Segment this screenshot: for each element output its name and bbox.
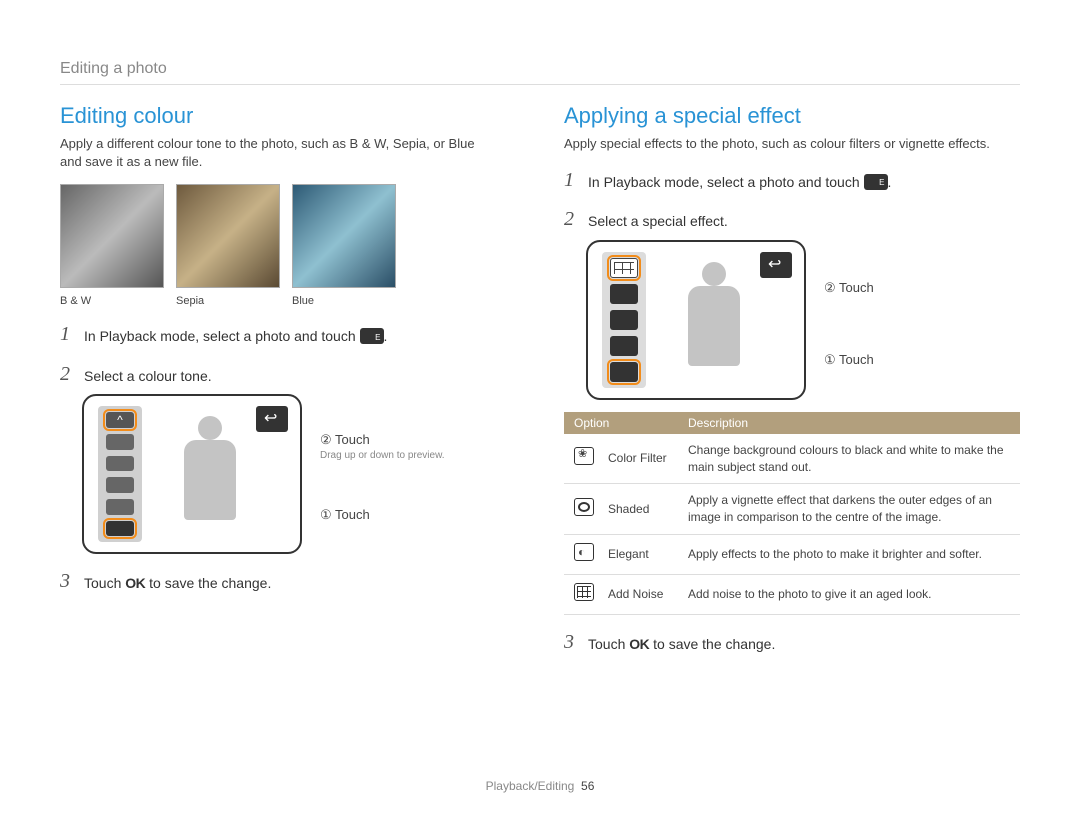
option-desc: Change background colours to black and w… [678,434,1020,484]
heading-special-effect: Applying a special effect [564,103,1020,129]
step-number: 1 [60,323,76,346]
footer-section: Playback/Editing [486,779,575,793]
table-header-option: Option [564,412,678,434]
option-name: Shaded [598,484,678,535]
step-text-after: to save the change. [145,575,271,591]
shaded-icon [574,498,594,516]
option-r-icon [106,434,134,450]
step-text: Select a special effect. [588,208,728,232]
step-number: 2 [564,208,580,231]
preview-image [668,260,754,386]
left-step-2: 2 Select a colour tone. [60,363,516,387]
section-editing-colour: Editing colour Apply a different colour … [60,103,516,654]
back-icon [256,406,288,432]
callouts: ② Touch Drag up or down to preview. ① To… [320,394,445,523]
label-bw: B & W [60,295,164,307]
preview-image [164,414,250,540]
elegant-icon [574,543,594,561]
intro-editing-colour: Apply a different colour tone to the pho… [60,135,490,170]
intro-special-effect: Apply special effects to the photo, such… [564,135,994,153]
step-number: 3 [564,631,580,654]
color-filter-icon [574,447,594,465]
callout-touch-1: ① Touch [320,507,445,523]
device-screen: ^ [82,394,302,554]
add-noise-icon [574,583,594,601]
callout-touch-1: ① Touch [824,352,874,368]
callouts: ② Touch ① Touch [824,240,874,368]
option-addnoise-icon [610,258,638,278]
right-step-3: 3 Touch OK to save the change. [564,631,1020,655]
callout-touch-2: ② Touch [320,432,445,448]
colour-samples [60,184,516,288]
step-text-after: . [888,174,892,190]
option-desc: Apply effects to the photo to make it br… [678,534,1020,574]
step-text: In Playback mode, select a photo and tou… [84,328,360,344]
option-bar [602,252,646,388]
table-row: Elegant Apply effects to the photo to ma… [564,534,1020,574]
step-text-after: to save the change. [649,636,775,652]
table-header-description: Description [678,412,1020,434]
step-number: 3 [60,570,76,593]
option-b-icon [106,456,134,472]
table-row: Add Noise Add noise to the photo to give… [564,574,1020,614]
back-icon [760,252,792,278]
ok-label: OK [629,636,649,652]
step-text-before: Touch [84,575,125,591]
option-colorfilter-icon [610,336,638,356]
sample-bw-image [60,184,164,288]
right-step-1: 1 In Playback mode, select a photo and t… [564,169,1020,193]
option-desc: Apply a vignette effect that darkens the… [678,484,1020,535]
option-name: Elegant [598,534,678,574]
label-blue: Blue [292,295,396,307]
effects-table: Option Description Color Filter Change b… [564,412,1020,615]
sample-blue-image [292,184,396,288]
option-more-icon [610,362,638,382]
step-number: 1 [564,169,580,192]
edit-menu-icon [360,328,384,344]
table-row: Shaded Apply a vignette effect that dark… [564,484,1020,535]
callout-touch-2: ② Touch [824,280,874,296]
option-name: Add Noise [598,574,678,614]
footer-page-number: 56 [581,779,594,793]
option-elegant-icon [610,284,638,304]
edit-menu-icon [864,174,888,190]
page-footer: Playback/Editing 56 [0,779,1080,793]
colour-screen-illustration: ^ ② Touch Drag up or down [82,394,516,554]
option-palette-icon [106,521,134,537]
table-row: Color Filter Change background colours t… [564,434,1020,484]
step-text-before: Touch [588,636,629,652]
option-s-icon [106,477,134,493]
callout-note: Drag up or down to preview. [320,450,445,461]
left-step-3: 3 Touch OK to save the change. [60,570,516,594]
option-shaded-icon [610,310,638,330]
effect-screen-illustration: ② Touch ① Touch [586,240,1020,400]
chevron-up-icon: ^ [106,412,134,428]
option-bar: ^ [98,406,142,542]
breadcrumb: Editing a photo [60,60,1020,85]
step-number: 2 [60,363,76,386]
label-sepia: Sepia [176,295,280,307]
section-special-effect: Applying a special effect Apply special … [564,103,1020,654]
heading-editing-colour: Editing colour [60,103,516,129]
ok-label: OK [125,575,145,591]
device-screen [586,240,806,400]
right-step-2: 2 Select a special effect. [564,208,1020,232]
step-text: In Playback mode, select a photo and tou… [588,174,864,190]
left-step-1: 1 In Playback mode, select a photo and t… [60,323,516,347]
option-desc: Add noise to the photo to give it an age… [678,574,1020,614]
option-grid-icon [106,499,134,515]
step-text-after: . [384,328,388,344]
option-name: Color Filter [598,434,678,484]
sample-sepia-image [176,184,280,288]
step-text: Select a colour tone. [84,363,212,387]
